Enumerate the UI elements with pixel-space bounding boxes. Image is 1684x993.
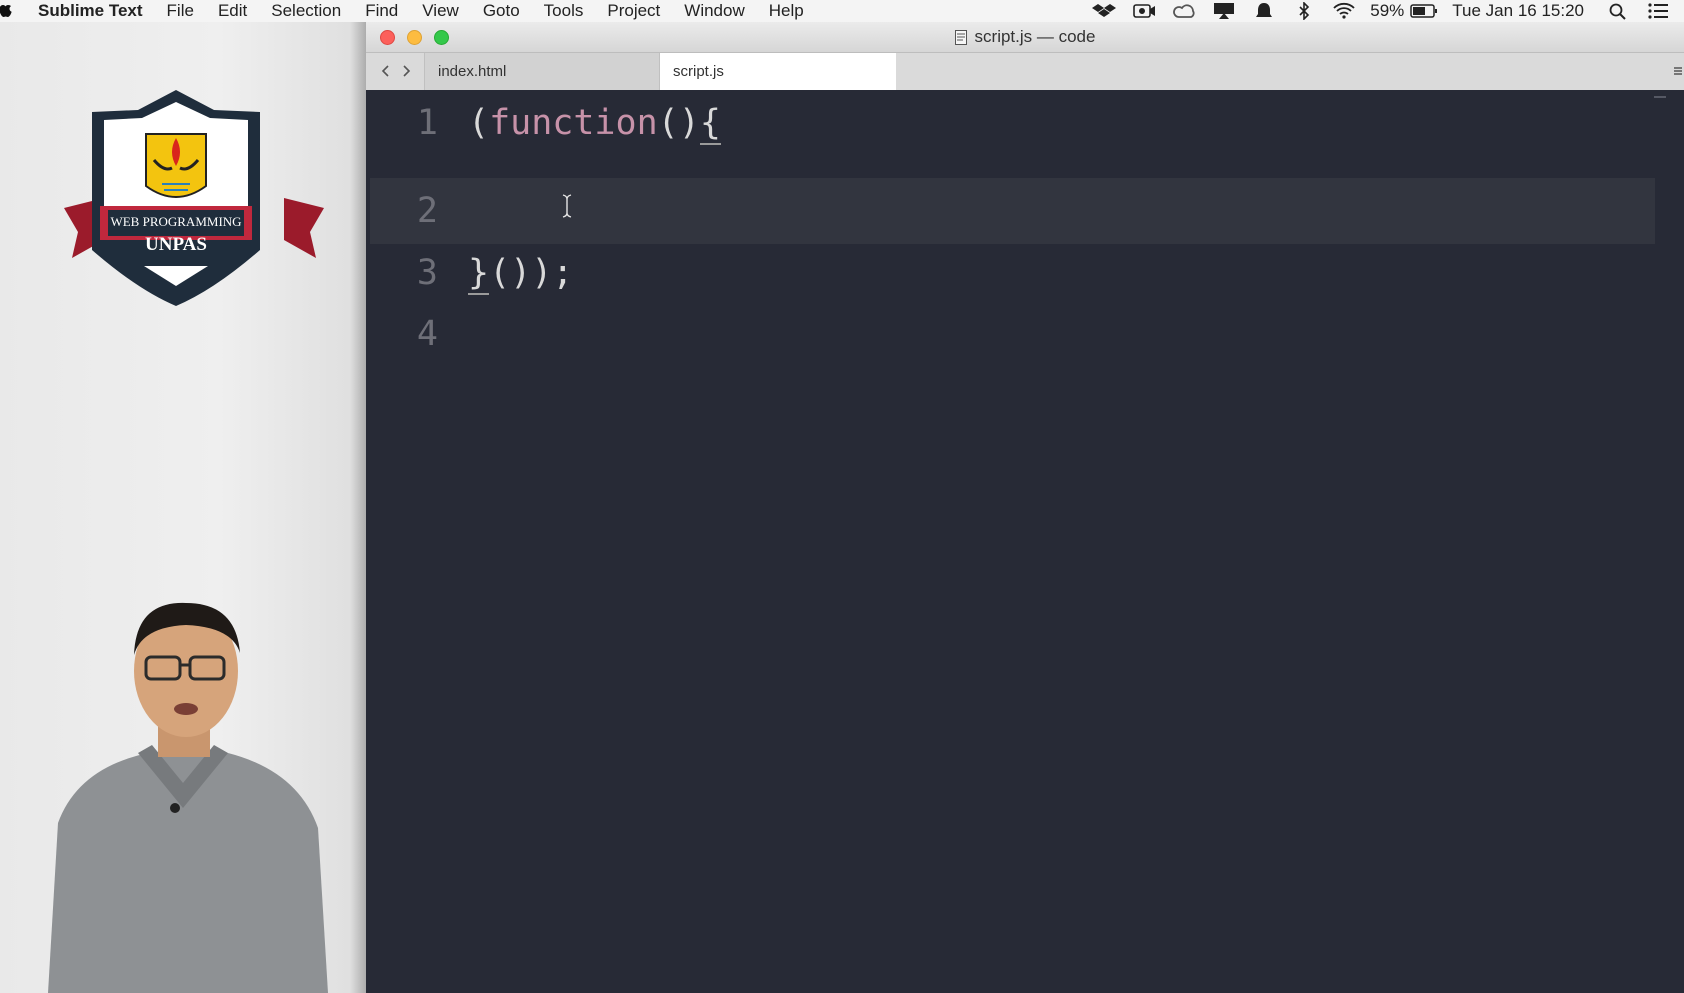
- presenter-video: [48, 602, 328, 993]
- battery-percent: 59%: [1370, 1, 1405, 20]
- tab-script-js[interactable]: script.js: [660, 53, 896, 90]
- tab-index-html[interactable]: index.html: [424, 53, 660, 90]
- notification-center-icon[interactable]: [1646, 2, 1670, 20]
- creative-cloud-icon[interactable]: [1172, 2, 1196, 20]
- dropbox-icon[interactable]: [1092, 2, 1117, 20]
- menu-selection[interactable]: Selection: [271, 1, 341, 21]
- bluetooth-icon[interactable]: [1292, 2, 1316, 20]
- paren-pair: (): [657, 103, 700, 143]
- menu-edit[interactable]: Edit: [218, 1, 247, 21]
- menu-help[interactable]: Help: [769, 1, 804, 21]
- menu-tools[interactable]: Tools: [544, 1, 584, 21]
- brace-close: }: [468, 253, 490, 295]
- code-line-2[interactable]: 2: [366, 178, 1666, 244]
- keyword-function: function: [489, 103, 658, 143]
- apple-icon[interactable]: [0, 0, 14, 22]
- screen-record-icon[interactable]: [1132, 2, 1156, 20]
- line-number: 3: [416, 253, 438, 293]
- battery-icon[interactable]: [1410, 2, 1438, 20]
- logo-text-line1: WEB PROGRAMMING: [110, 214, 241, 229]
- code-text[interactable]: (function(){: [468, 103, 721, 145]
- paren-open: (: [468, 103, 490, 143]
- unpas-logo: WEB PROGRAMMING UNPAS: [64, 90, 324, 306]
- menu-find[interactable]: Find: [365, 1, 398, 21]
- code-line-4[interactable]: 4: [366, 301, 1666, 367]
- menu-extras: 59% Tue Jan 16 15:20: [1076, 0, 1684, 22]
- menu-bar: Sublime Text File Edit Selection Find Vi…: [0, 0, 1684, 22]
- code-line-3[interactable]: 3 }());: [366, 240, 1666, 306]
- tab-label: script.js: [673, 63, 724, 80]
- chevron-right-icon[interactable]: [398, 63, 414, 79]
- code-editor[interactable]: 1 (function(){ 2 3 }()); 4: [366, 90, 1684, 993]
- menu-project[interactable]: Project: [607, 1, 660, 21]
- menu-file[interactable]: File: [167, 1, 194, 21]
- code-line-1[interactable]: 1 (function(){: [366, 90, 1666, 156]
- brace-open: {: [699, 103, 721, 145]
- menu-clock[interactable]: Tue Jan 16 15:20: [1452, 1, 1584, 21]
- menu-goto[interactable]: Goto: [483, 1, 520, 21]
- notification-bell-icon[interactable]: [1252, 2, 1276, 20]
- menu-view[interactable]: View: [422, 1, 459, 21]
- window-title-text: script.js — code: [974, 27, 1096, 46]
- tab-bar: index.html script.js: [366, 53, 1684, 91]
- line-number: 4: [416, 314, 438, 354]
- spotlight-search-icon[interactable]: [1606, 2, 1630, 20]
- tab-list-menu-icon[interactable]: [1672, 65, 1684, 77]
- document-icon: [954, 29, 967, 45]
- text-cursor-icon: [562, 194, 572, 218]
- invocation-tail: ());: [489, 253, 574, 293]
- wifi-icon[interactable]: [1332, 2, 1356, 20]
- window-title: script.js — code: [366, 22, 1684, 52]
- title-bar[interactable]: script.js — code: [366, 22, 1684, 53]
- code-text[interactable]: }());: [468, 253, 574, 295]
- line-number: 1: [416, 103, 438, 143]
- tab-label: index.html: [438, 63, 507, 80]
- logo-text-line2: UNPAS: [145, 234, 207, 255]
- menu-app-name[interactable]: Sublime Text: [38, 1, 143, 21]
- menu-window[interactable]: Window: [684, 1, 744, 21]
- sublime-window: script.js — code index.html script.js 1 …: [366, 22, 1684, 993]
- line-number: 2: [416, 191, 438, 231]
- presenter-panel: WEB PROGRAMMING UNPAS: [0, 22, 366, 993]
- airplay-icon[interactable]: [1212, 2, 1236, 20]
- chevron-left-icon[interactable]: [378, 63, 394, 79]
